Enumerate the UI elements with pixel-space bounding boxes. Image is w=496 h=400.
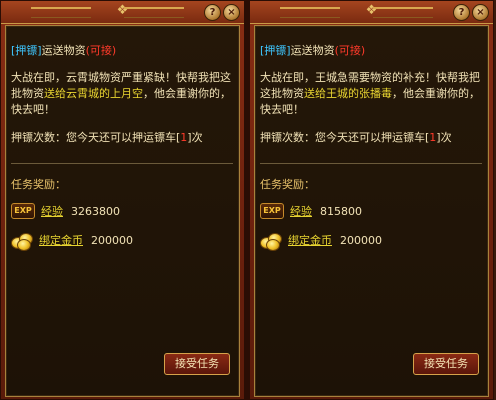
quest-content: [押镖]运送物资(可接) 大战在即，云霄城物资严重紧缺！快帮我把这批物资送给云霄… <box>5 25 240 397</box>
count-label: 押镖次数： <box>260 131 315 144</box>
escort-count: 押镖次数：您今天还可以押运镖车[1]次 <box>11 129 203 145</box>
quest-content: [押镖]运送物资(可接) 大战在即，王城急需要物资的补充！快帮我把这批物资送给王… <box>254 25 489 397</box>
accept-quest-button[interactable]: 接受任务 <box>413 353 479 375</box>
reward-title: 任务奖励： <box>11 178 66 191</box>
header-ornament <box>280 7 340 18</box>
panel-header: ❖ ? × <box>250 1 493 24</box>
gold-value: 200000 <box>340 233 382 247</box>
quest-name: 运送物资 <box>41 44 86 57</box>
quest-panel-left: ❖ ? × [押镖]运送物资(可接) 大战在即，云霄城物资严重紧缺！快帮我把这批… <box>0 0 245 400</box>
exp-value: 815800 <box>320 204 362 218</box>
count-text: ]次 <box>187 131 203 144</box>
help-button[interactable]: ? <box>453 4 470 21</box>
reward-exp: EXP 经验 815800 <box>260 202 362 220</box>
divider <box>11 163 233 164</box>
quest-name: 运送物资 <box>290 44 335 57</box>
quest-tag: [押镖] <box>11 44 42 57</box>
quest-title: [押镖]运送物资(可接) <box>11 42 116 58</box>
header-ornament <box>31 7 91 18</box>
reward-gold: 绑定金币 200000 <box>260 231 382 251</box>
quest-description: 大战在即，王城急需要物资的补充！快帮我把这批物资送给王城的张播毒，他会重谢你的，… <box>260 70 488 118</box>
gold-coins-icon <box>260 231 282 251</box>
close-button[interactable]: × <box>472 4 489 21</box>
accept-quest-button[interactable]: 接受任务 <box>164 353 230 375</box>
quest-status: (可接) <box>85 44 117 57</box>
exp-icon: EXP <box>11 203 35 219</box>
count-text: ]次 <box>436 131 452 144</box>
exp-icon: EXP <box>260 203 284 219</box>
reward-gold: 绑定金币 200000 <box>11 231 133 251</box>
exp-value: 3263800 <box>71 204 120 218</box>
panel-header: ❖ ? × <box>1 1 244 24</box>
quest-title: [押镖]运送物资(可接) <box>260 42 365 58</box>
desc-target[interactable]: 送给王城的张播毒 <box>304 87 392 100</box>
gold-label[interactable]: 绑定金币 <box>39 232 83 248</box>
count-text: 您今天还可以押运镖车[ <box>66 131 181 144</box>
help-button[interactable]: ? <box>204 4 221 21</box>
gold-label[interactable]: 绑定金币 <box>288 232 332 248</box>
exp-label[interactable]: 经验 <box>290 203 312 219</box>
exp-label[interactable]: 经验 <box>41 203 63 219</box>
divider <box>260 163 482 164</box>
quest-description: 大战在即，云霄城物资严重紧缺！快帮我把这批物资送给云霄城的上月空，他会重谢你的，… <box>11 70 239 118</box>
header-ornament <box>373 7 433 18</box>
count-label: 押镖次数： <box>11 131 66 144</box>
desc-target[interactable]: 送给云霄城的上月空 <box>44 87 143 100</box>
reward-title: 任务奖励： <box>260 178 315 191</box>
gold-coins-icon <box>11 231 33 251</box>
close-button[interactable]: × <box>223 4 240 21</box>
quest-panel-right: ❖ ? × [押镖]运送物资(可接) 大战在即，王城急需要物资的补充！快帮我把这… <box>249 0 494 400</box>
escort-count: 押镖次数：您今天还可以押运镖车[1]次 <box>260 129 452 145</box>
quest-status: (可接) <box>334 44 366 57</box>
header-ornament <box>124 7 184 18</box>
quest-tag: [押镖] <box>260 44 291 57</box>
reward-exp: EXP 经验 3263800 <box>11 202 120 220</box>
count-text: 您今天还可以押运镖车[ <box>315 131 430 144</box>
gold-value: 200000 <box>91 233 133 247</box>
